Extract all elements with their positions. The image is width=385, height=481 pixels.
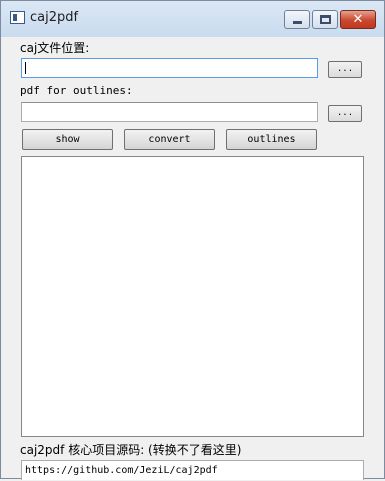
pdf-outlines-label: pdf for outlines: bbox=[20, 84, 133, 97]
close-button[interactable]: ✕ bbox=[340, 10, 376, 29]
close-icon: ✕ bbox=[352, 12, 364, 27]
maximize-button[interactable] bbox=[312, 10, 338, 29]
convert-button[interactable]: convert bbox=[124, 129, 215, 150]
text-caret bbox=[25, 62, 26, 74]
caj-file-label: caj文件位置: bbox=[20, 41, 90, 55]
show-button[interactable]: show bbox=[22, 129, 113, 150]
caj-browse-button[interactable]: ... bbox=[328, 61, 362, 78]
pdf-path-input[interactable] bbox=[21, 102, 318, 122]
output-textarea[interactable] bbox=[21, 156, 364, 437]
minimize-button[interactable] bbox=[284, 10, 310, 29]
app-icon bbox=[10, 11, 25, 24]
outlines-button[interactable]: outlines bbox=[226, 129, 317, 150]
pdf-browse-button[interactable]: ... bbox=[328, 105, 362, 122]
caj-path-input[interactable] bbox=[21, 58, 318, 78]
minimize-icon bbox=[293, 21, 302, 24]
maximize-icon bbox=[320, 15, 331, 24]
title-bar[interactable]: caj2pdf ✕ bbox=[1, 1, 384, 37]
source-code-label: caj2pdf 核心项目源码: (转换不了看这里) bbox=[20, 443, 242, 457]
main-window: caj2pdf ✕ caj文件位置: ... pdf for outlines:… bbox=[0, 0, 385, 480]
window-title: caj2pdf bbox=[30, 10, 79, 25]
source-code-link[interactable]: https://github.com/JeziL/caj2pdf bbox=[21, 460, 364, 480]
